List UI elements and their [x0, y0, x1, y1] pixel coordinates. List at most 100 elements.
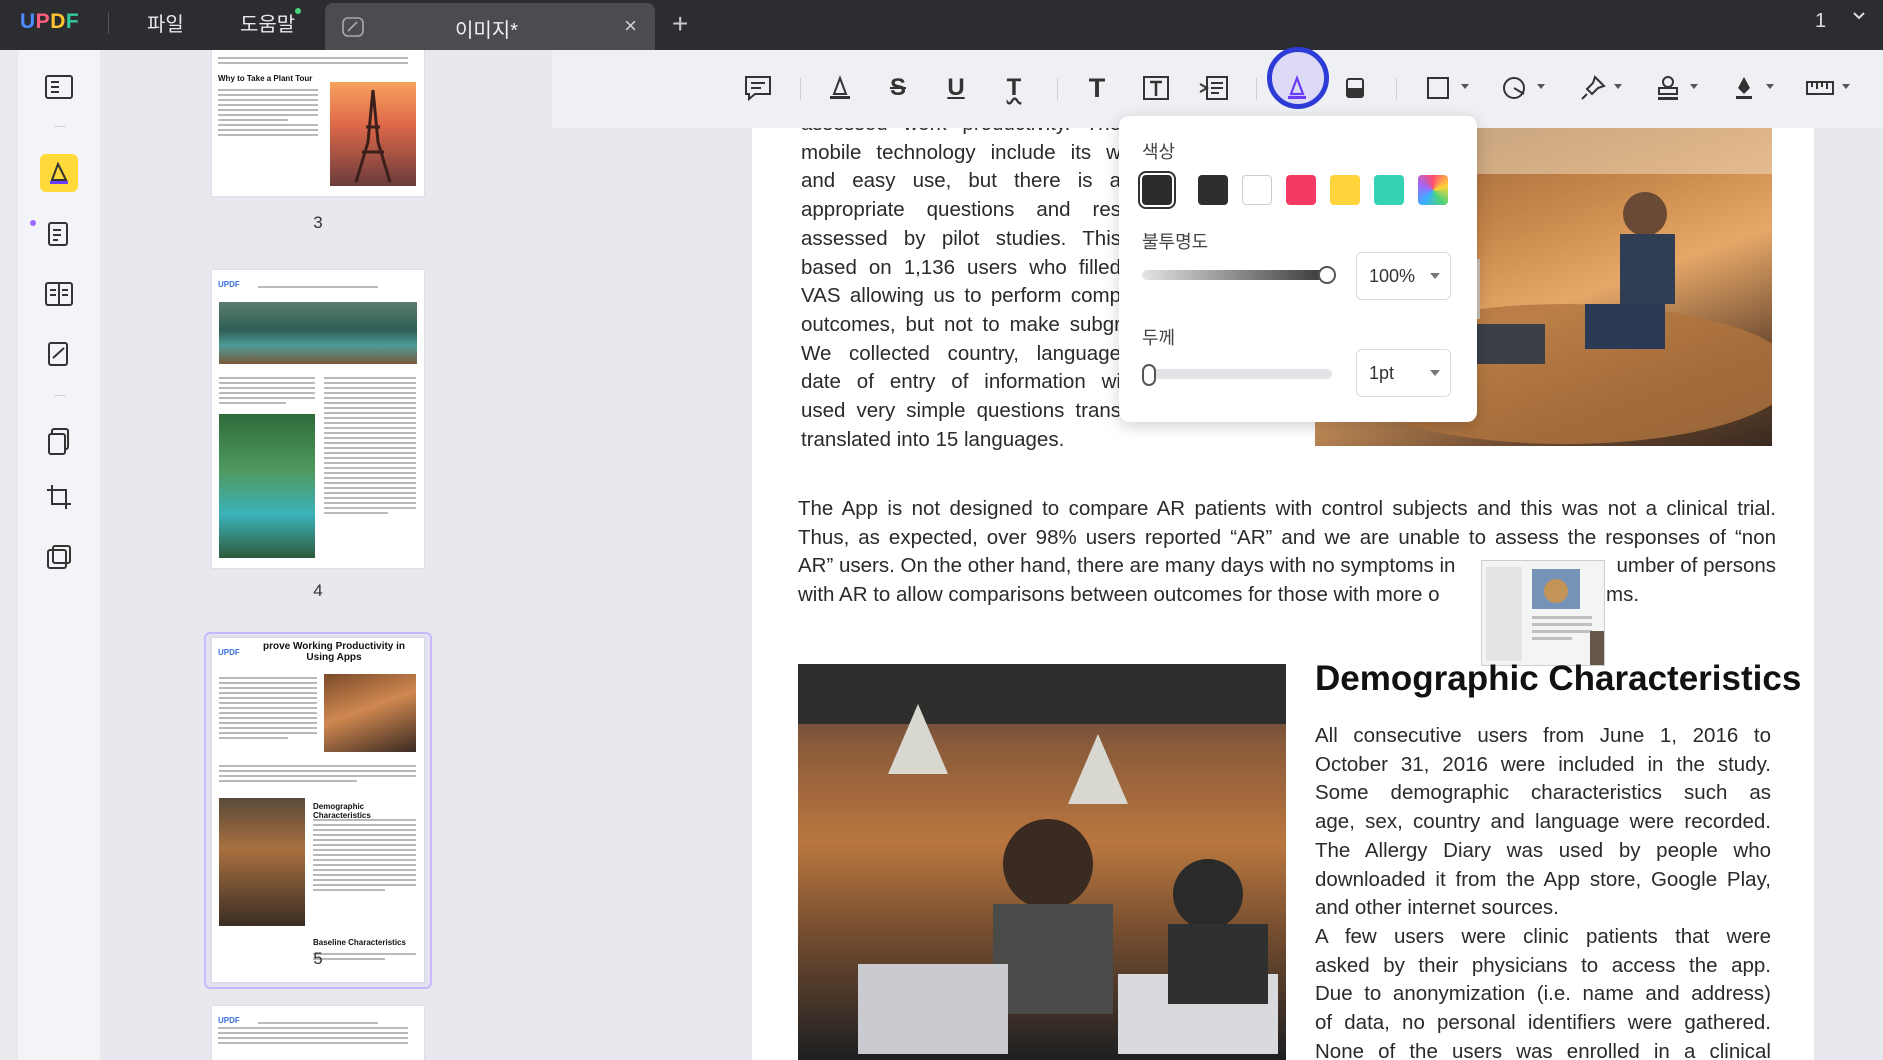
comment-mode-button[interactable] [40, 154, 78, 192]
color-swatch-dark[interactable] [1198, 175, 1228, 205]
edit-pdf-button[interactable] [40, 215, 78, 253]
page-indicator: 1 [1815, 10, 1827, 32]
document-tab[interactable]: 이미지* × [325, 3, 655, 50]
toolbar-separator [1256, 78, 1257, 100]
dragged-page-preview[interactable] [1481, 560, 1605, 666]
highlight-tool[interactable] [820, 70, 860, 106]
callout-icon [1199, 76, 1228, 100]
opacity-slider[interactable] [1142, 270, 1332, 280]
pages-icon [45, 282, 73, 306]
thumb-page-number: 5 [313, 949, 323, 968]
eiffel-tower-image [330, 82, 416, 186]
update-dot [295, 8, 301, 14]
highlight-icon [830, 75, 850, 99]
meeting-room-image [324, 674, 416, 752]
tab-close-icon[interactable]: × [624, 13, 637, 39]
toolbar-separator [800, 78, 801, 100]
opacity-value: 100% [1369, 266, 1416, 286]
eraser-tool[interactable] [1335, 70, 1375, 106]
crop-button[interactable] [40, 478, 78, 516]
thumbnail-page-3[interactable]: Why to Take a Plant Tour [212, 50, 424, 196]
color-swatch-black-selected[interactable] [1138, 171, 1176, 209]
crop-icon [47, 485, 71, 509]
squiggly-tool[interactable]: T [994, 70, 1034, 106]
pencil-tool[interactable] [1277, 70, 1317, 106]
paragraph-2: The App is not designed to compare AR pa… [798, 497, 1776, 607]
menu-file[interactable]: 파일 [147, 8, 184, 37]
highlighter-icon [50, 161, 68, 184]
title-bar: UPDF 파일 도움말 이미지* × + 1 [0, 0, 1883, 50]
form-icon [48, 342, 68, 366]
callout-tool[interactable] [1194, 70, 1234, 106]
protect-button[interactable] [40, 538, 78, 576]
paragraph-3: All consecutive users from June 1, 2016 … [1315, 724, 1771, 1060]
color-swatch-custom[interactable] [1418, 175, 1448, 205]
color-swatch-red[interactable] [1286, 175, 1316, 205]
ruler-icon [1806, 81, 1834, 95]
thumb-logo: UPDF [218, 648, 240, 657]
thickness-slider-handle[interactable] [1142, 364, 1156, 386]
signature-icon [1736, 77, 1752, 99]
chevron-down-icon[interactable] [1852, 8, 1866, 22]
pin-dropdown-caret[interactable] [1614, 84, 1622, 89]
underline-tool[interactable]: U [936, 70, 976, 106]
stamp-shape-icon [1503, 77, 1525, 99]
team-laptops-image [219, 798, 305, 926]
shape-dropdown-caret[interactable] [1461, 84, 1469, 89]
thumb-heading: prove Working Productivity in Using Apps [262, 641, 406, 663]
strikethrough-tool[interactable]: S [878, 70, 918, 106]
thumbnail-panel: Why to Take a Plant Tour 3 UPDF 4 UPDF p… [100, 50, 552, 1060]
eraser-icon [1346, 78, 1364, 98]
comment-tool[interactable] [738, 70, 778, 106]
shape-tool[interactable] [1418, 70, 1458, 106]
updf-logo: UPDF [20, 10, 80, 33]
thumbnail-page-5[interactable]: UPDF prove Working Productivity in Using… [212, 638, 424, 982]
layers-icon [47, 545, 71, 569]
color-swatch-yellow[interactable] [1330, 175, 1360, 205]
thumb-subheading: Baseline Characteristics [313, 938, 406, 947]
thickness-value: 1pt [1369, 363, 1395, 383]
stamp-shape-tool[interactable] [1494, 70, 1534, 106]
textbox-tool[interactable] [1136, 70, 1176, 106]
menu-help[interactable]: 도움말 [240, 8, 295, 37]
pin-tool[interactable] [1573, 70, 1613, 106]
thickness-select[interactable]: 1pt [1356, 349, 1451, 397]
river-jungle-image [219, 414, 315, 558]
stamp-shape-dropdown-caret[interactable] [1537, 84, 1545, 89]
opacity-select[interactable]: 100% [1356, 252, 1451, 300]
rail-separator [54, 126, 66, 127]
organize-pages-button[interactable] [40, 275, 78, 313]
stamp-tool[interactable] [1648, 70, 1688, 106]
pin-icon [1581, 75, 1606, 100]
chevron-down-icon [1430, 273, 1440, 279]
thumbnail-page-6[interactable]: UPDF [212, 1006, 424, 1060]
thumb-page-number: 4 [313, 581, 323, 600]
thumbnail-page-4[interactable]: UPDF [212, 270, 424, 568]
signature-tool[interactable] [1724, 70, 1764, 106]
measure-dropdown-caret[interactable] [1842, 84, 1850, 89]
rail-indicator-dot [30, 220, 36, 226]
opacity-label: 불투명도 [1142, 232, 1209, 252]
opacity-slider-handle[interactable] [1318, 266, 1336, 284]
team-working-photo[interactable] [798, 664, 1286, 1060]
edit-document-icon [48, 222, 68, 246]
form-button[interactable] [40, 335, 78, 373]
stamp-dropdown-caret[interactable] [1690, 84, 1698, 89]
color-swatch-white[interactable] [1242, 175, 1272, 205]
tab-title: 이미지* [455, 20, 518, 42]
signature-dropdown-caret[interactable] [1766, 84, 1774, 89]
comment-icon [745, 76, 771, 102]
chevron-down-icon [1430, 370, 1440, 376]
left-tool-rail [18, 50, 100, 1060]
textbox-icon [1143, 76, 1169, 100]
measure-tool[interactable] [1800, 70, 1840, 106]
lake-boat-image [219, 302, 417, 364]
new-tab-button[interactable]: + [672, 8, 688, 40]
color-swatch-teal[interactable] [1374, 175, 1404, 205]
convert-button[interactable] [40, 422, 78, 460]
thumb-logo: UPDF [218, 280, 240, 289]
thickness-slider[interactable] [1142, 369, 1332, 379]
text-tool[interactable]: T [1077, 70, 1117, 106]
reader-mode-button[interactable] [40, 68, 78, 106]
stamp-icon [1658, 76, 1678, 100]
